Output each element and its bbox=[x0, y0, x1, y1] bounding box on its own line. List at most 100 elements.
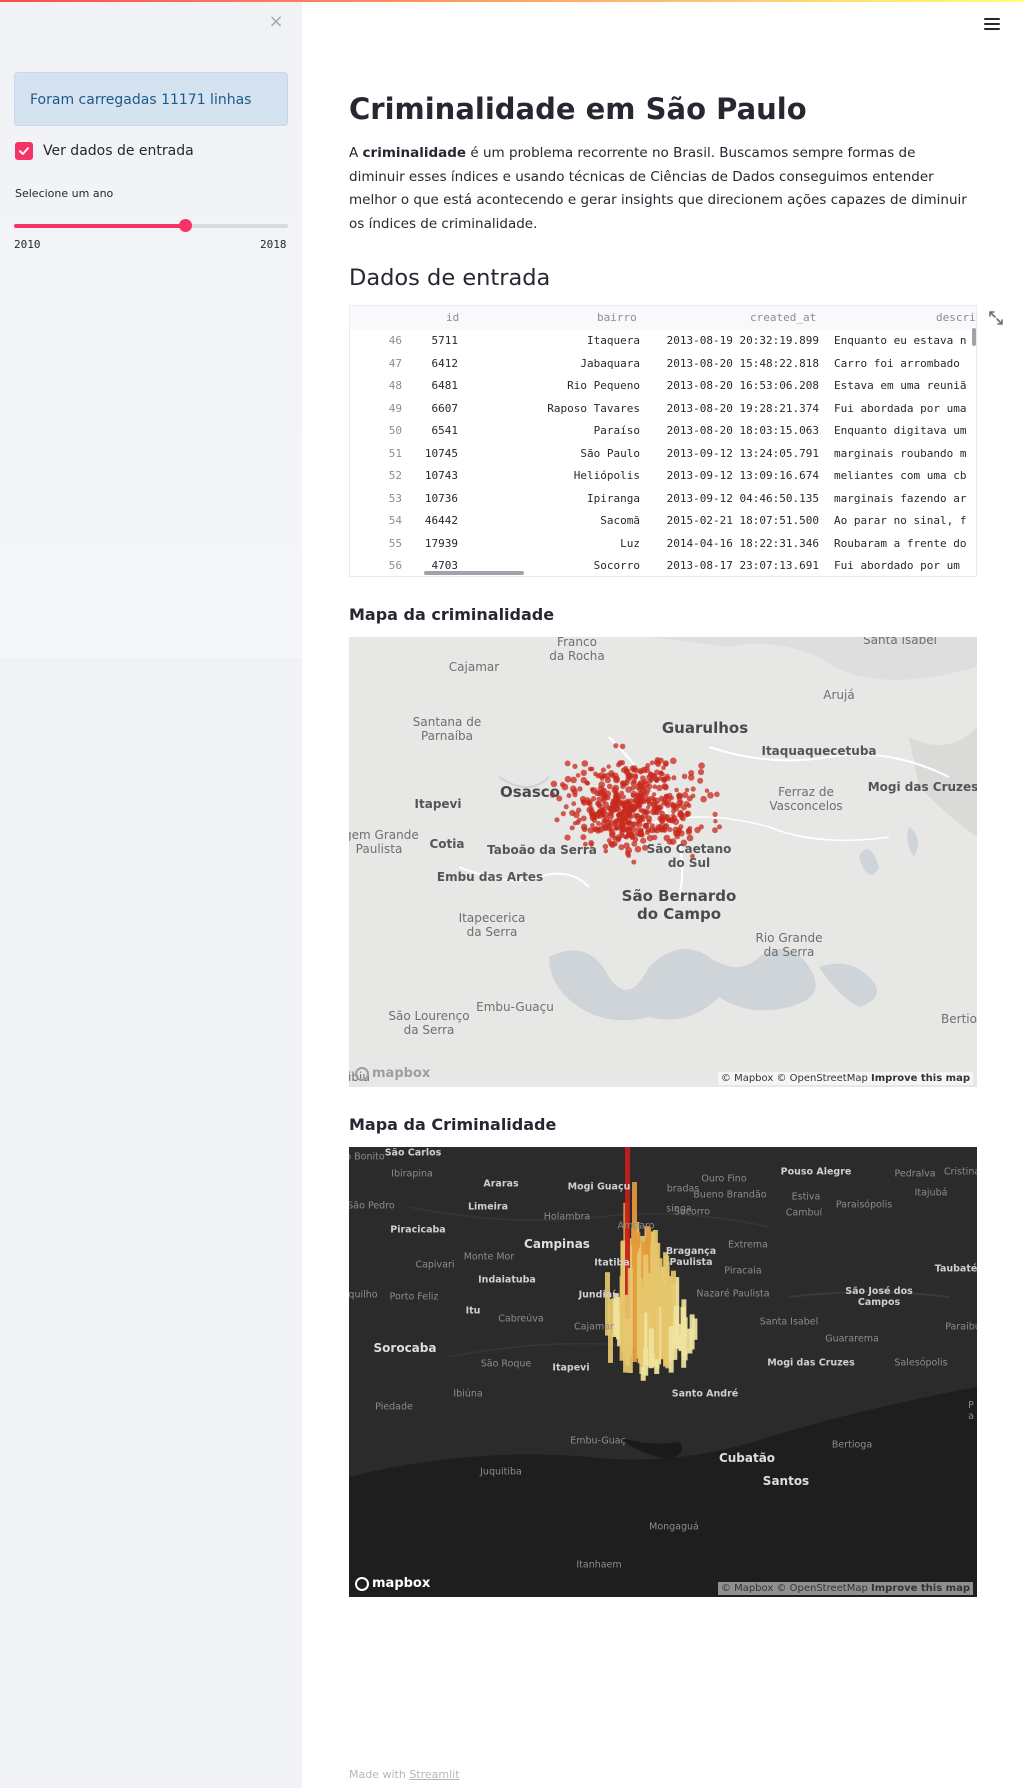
cell-created-at: 2014-04-16 18:22:31.346 bbox=[666, 536, 819, 550]
improve-map-link[interactable]: Improve this map bbox=[871, 1583, 970, 1594]
cell-created-at: 2013-08-20 18:03:15.063 bbox=[666, 424, 819, 437]
crime-point bbox=[671, 813, 676, 818]
column-header-bairro[interactable]: bairro bbox=[597, 311, 637, 324]
map2-label-cubatao: Cubatão bbox=[718, 1451, 776, 1465]
map2-label-itajuba: Itajubá bbox=[914, 1187, 948, 1199]
map2-label-porto-feliz: Porto Feliz bbox=[389, 1291, 439, 1303]
hamburger-menu-icon[interactable] bbox=[984, 18, 1000, 32]
attribution-osm-link[interactable]: © OpenStreetMap bbox=[776, 1073, 867, 1084]
cell-id: 6607 bbox=[431, 401, 459, 415]
crime-point bbox=[625, 786, 632, 793]
table-row[interactable]: 55 17939 Luz 2014-04-16 18:22:31.346 Roubara… bbox=[350, 533, 976, 556]
expand-icon[interactable] bbox=[989, 311, 1003, 325]
show-data-checkbox[interactable]: Ver dados de entrada bbox=[15, 141, 194, 161]
table-row[interactable]: 47 6412 Jabaquara 2013-08-20 15:48:22.818 Ca… bbox=[350, 353, 976, 376]
crime-point bbox=[634, 831, 640, 837]
crime-scatter-map[interactable]: Franco da Rocha Santa Isabel Cajamar Aruj… bbox=[349, 637, 977, 1087]
crime-point bbox=[600, 788, 606, 793]
crime-point bbox=[606, 764, 611, 769]
table-row[interactable]: 46 5711 Itaquera 2013-08-19 20:32:19.899 Enq… bbox=[350, 330, 976, 353]
improve-map-link[interactable]: Improve this map bbox=[871, 1073, 970, 1084]
crime-point bbox=[700, 795, 707, 803]
cell-id: 10745 bbox=[424, 446, 458, 460]
table-row[interactable]: 50 6541 Paraíso 2013-08-20 18:03:15.063 Enqu… bbox=[350, 420, 976, 443]
map2-label-ouro-fino: Ouro Fino bbox=[701, 1173, 747, 1185]
crime-point bbox=[649, 760, 655, 766]
cell-bairro: Paraíso bbox=[593, 424, 640, 437]
map2-label-paraibu: Paraibu bbox=[945, 1321, 977, 1333]
year-slider-label: Selecione um ano bbox=[15, 187, 114, 200]
table-row[interactable]: 54 46442 Sacomã 2015-02-21 18:07:51.500 Ao p… bbox=[350, 510, 976, 533]
crime-point bbox=[634, 845, 642, 853]
attribution-osm-link[interactable]: © OpenStreetMap bbox=[776, 1583, 867, 1594]
close-icon[interactable]: × bbox=[268, 13, 284, 31]
crime-point bbox=[613, 743, 619, 749]
map2-label-sao-carlos: São Carlos bbox=[384, 1147, 442, 1159]
crime-point bbox=[697, 769, 705, 776]
hexagon-bar bbox=[654, 1292, 660, 1369]
row-index: 53 bbox=[388, 491, 402, 505]
table-row[interactable]: 48 6481 Rio Pequeno 2013-08-20 16:53:06.208… bbox=[350, 375, 976, 398]
cell-id: 10743 bbox=[424, 469, 458, 482]
crime-point bbox=[622, 802, 629, 810]
crime-point bbox=[631, 859, 637, 865]
map-label-cotia: Cotia bbox=[429, 837, 465, 851]
mapbox-logo-text: mapbox bbox=[372, 1576, 431, 1591]
year-slider-track[interactable] bbox=[14, 224, 288, 228]
table-row[interactable]: 51 10745 São Paulo 2013-09-12 13:24:05.791 m… bbox=[350, 443, 976, 466]
table-horizontal-scrollbar[interactable] bbox=[424, 571, 524, 575]
crime-point bbox=[631, 803, 637, 808]
attribution-mapbox-link[interactable]: © Mapbox bbox=[721, 1073, 773, 1084]
map2-label-mogi-guacu: Mogi Guaçu bbox=[567, 1181, 631, 1193]
crime-point bbox=[698, 824, 704, 830]
crime-map-heading: Mapa da criminalidade bbox=[349, 605, 555, 624]
cell-id: 46442 bbox=[424, 514, 458, 527]
column-header-description[interactable]: descri bbox=[936, 311, 976, 324]
map-label-guarulhos: Guarulhos bbox=[661, 719, 749, 737]
crime-point bbox=[569, 825, 575, 831]
crime-point bbox=[717, 824, 722, 830]
checkbox-checked-icon[interactable] bbox=[15, 142, 33, 160]
checkbox-label: Ver dados de entrada bbox=[43, 143, 194, 159]
crime-point bbox=[669, 801, 675, 807]
cell-id: 6481 bbox=[431, 379, 459, 392]
data-table[interactable]: id bairro created_at descri 46 5711 Itaque… bbox=[349, 305, 977, 577]
map2-label-santo-andre: Santo André bbox=[671, 1388, 739, 1400]
year-slider-fill bbox=[14, 224, 186, 228]
crime-point bbox=[596, 827, 602, 832]
info-message: Foram carregadas 11171 linhas bbox=[14, 72, 288, 126]
table-vertical-scrollbar[interactable] bbox=[972, 328, 976, 346]
crime-point bbox=[564, 834, 571, 841]
crime-3d-map[interactable]: São Carlos o Bonito Ibirapina Araras Mog… bbox=[349, 1147, 977, 1597]
table-row[interactable]: 49 6607 Raposo Tavares 2013-08-20 19:28:21.… bbox=[350, 398, 976, 421]
column-header-created-at[interactable]: created_at bbox=[750, 311, 816, 324]
hexagon-bar bbox=[687, 1328, 693, 1354]
crime-point bbox=[611, 840, 618, 847]
row-index: 49 bbox=[388, 401, 402, 415]
streamlit-link[interactable]: Streamlit bbox=[409, 1768, 459, 1781]
map2-label-santos: Santos bbox=[762, 1474, 810, 1488]
crime-point bbox=[676, 792, 683, 799]
crime-point bbox=[589, 814, 597, 822]
table-row[interactable]: 52 10743 Heliópolis 2013-09-12 13:09:16.674… bbox=[350, 465, 976, 488]
row-index: 46 bbox=[388, 334, 402, 347]
table-row[interactable]: 53 10736 Ipiranga 2013-09-12 04:46:50.135 ma… bbox=[350, 488, 976, 511]
map2-attribution: © Mapbox © OpenStreetMap Improve this ma… bbox=[717, 1582, 973, 1595]
row-index: 48 bbox=[388, 379, 402, 392]
crime-point bbox=[674, 787, 679, 793]
crime-point bbox=[660, 776, 668, 784]
mapbox-logo-dark[interactable]: mapbox bbox=[355, 1576, 430, 1591]
map-label-bertioga: Bertio bbox=[941, 1012, 977, 1026]
mapbox-logo[interactable]: mapbox bbox=[355, 1066, 430, 1081]
map2-label-embu-guacu: Embu-Guaç bbox=[570, 1435, 626, 1447]
map2-label-piedade: Piedade bbox=[375, 1401, 413, 1413]
attribution-mapbox-link[interactable]: © Mapbox bbox=[721, 1583, 773, 1594]
row-index: 54 bbox=[388, 514, 402, 527]
crime-point bbox=[669, 795, 674, 801]
map-label-cajamar: Cajamar bbox=[448, 660, 500, 674]
crime-point bbox=[585, 780, 591, 786]
column-header-id[interactable]: id bbox=[446, 311, 459, 324]
crime-point bbox=[680, 815, 686, 822]
map2-label-quilho: quilho bbox=[349, 1289, 378, 1301]
crime-point bbox=[560, 811, 566, 817]
